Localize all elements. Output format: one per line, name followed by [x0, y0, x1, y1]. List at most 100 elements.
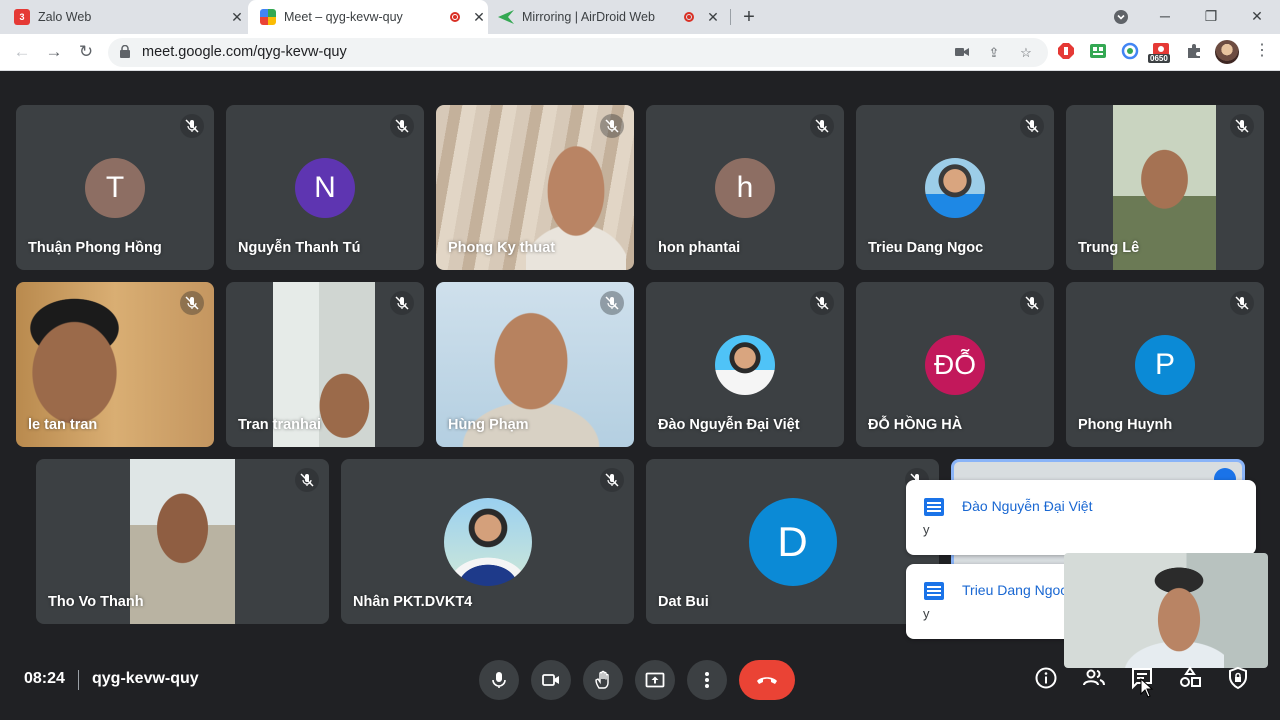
participant-tile[interactable]: D Dat Bui	[646, 459, 939, 624]
meet-main: T Thuận Phong Hồng N Nguyễn Thanh Tú Pho…	[0, 72, 1280, 720]
participant-name: Thuận Phong Hồng	[28, 240, 162, 256]
tab-meet[interactable]: Meet – qyg-kevw-quy ✕	[248, 0, 488, 34]
new-tab-icon[interactable]: +	[738, 4, 760, 30]
avatar: T	[85, 157, 145, 218]
mic-off-icon	[1230, 114, 1254, 138]
close-tab-icon[interactable]: ✕	[704, 9, 722, 26]
avatar	[715, 334, 775, 395]
bookmark-star-icon[interactable]: ☆	[1016, 43, 1036, 63]
participant-tile[interactable]: Hùng Phạm	[436, 282, 634, 447]
tab-zalo[interactable]: 3 Zalo Web ✕	[14, 0, 246, 34]
participant-video	[130, 459, 235, 624]
browser-toolbar: ← → ↻ meet.google.com/qyg-kevw-quy ⇪ ☆ 0…	[0, 34, 1280, 71]
mic-off-icon	[1020, 114, 1044, 138]
participant-tile[interactable]: Đào Nguyễn Đại Việt	[646, 282, 844, 447]
tab-title: Mirroring | AirDroid Web	[522, 10, 655, 24]
meet-favicon-icon	[260, 9, 276, 25]
url-text: meet.google.com/qyg-kevw-quy	[142, 44, 347, 60]
menu-kebab-icon[interactable]: ⋮	[1252, 42, 1272, 62]
extensions-puzzle-icon[interactable]	[1185, 42, 1205, 62]
participant-name: Phong Ky thuat	[448, 240, 556, 256]
camera-in-use-icon[interactable]	[952, 43, 972, 63]
close-tab-icon[interactable]: ✕	[470, 9, 488, 26]
minimize-icon[interactable]: ─	[1142, 0, 1188, 34]
reload-icon[interactable]: ↻	[74, 40, 98, 64]
camera-icon	[542, 674, 559, 686]
participant-tile[interactable]: le tan tran	[16, 282, 214, 447]
share-icon[interactable]: ⇪	[984, 43, 1004, 63]
recorder-extension-icon[interactable]: 0650	[1148, 42, 1175, 63]
mic-off-icon	[180, 291, 204, 315]
participant-tile[interactable]: Phong Ky thuat	[436, 105, 634, 270]
restore-icon[interactable]: ❐	[1188, 0, 1234, 34]
green-extension-icon[interactable]	[1089, 42, 1109, 62]
chat-button[interactable]	[1128, 664, 1156, 698]
mic-off-icon	[180, 114, 204, 138]
circle-extension-icon[interactable]	[1121, 42, 1141, 62]
airdroid-favicon-icon	[498, 9, 514, 25]
leave-call-button[interactable]	[739, 660, 795, 700]
present-screen-button[interactable]	[635, 660, 675, 700]
participant-name: Đào Nguyễn Đại Việt	[658, 417, 800, 433]
chat-message: y	[923, 522, 930, 537]
extension-badge: 0650	[1148, 54, 1170, 63]
activities-button[interactable]	[1176, 664, 1204, 692]
back-icon[interactable]: ←	[10, 40, 34, 64]
participant-tile[interactable]: Nhân PKT.DVKT4	[341, 459, 634, 624]
meeting-details-button[interactable]	[1032, 664, 1060, 692]
participant-name: le tan tran	[28, 417, 98, 433]
self-view[interactable]	[1064, 553, 1268, 668]
present-screen-icon	[645, 672, 665, 688]
participant-tile[interactable]: h hon phantai	[646, 105, 844, 270]
shield-lock-icon	[1229, 666, 1247, 690]
tab-search-icon[interactable]	[1098, 0, 1144, 34]
participant-tile[interactable]: Tho Vo Thanh	[36, 459, 329, 624]
tab-separator	[730, 9, 731, 25]
close-tab-icon[interactable]: ✕	[228, 9, 246, 26]
more-options-button[interactable]	[687, 660, 727, 700]
recording-indicator-icon	[684, 12, 694, 22]
participant-tile[interactable]: N Nguyễn Thanh Tú	[226, 105, 424, 270]
participant-name: Hùng Phạm	[448, 417, 529, 433]
chat-notification[interactable]: Đào Nguyễn Đại Việt y	[906, 480, 1256, 555]
close-window-icon[interactable]: ✕	[1234, 0, 1280, 34]
self-video	[1124, 553, 1224, 668]
info-icon	[1035, 667, 1057, 689]
avatar: ĐỖ	[925, 334, 985, 395]
microphone-button[interactable]	[479, 660, 519, 700]
mic-off-icon	[390, 114, 414, 138]
participant-name: Dat Bui	[658, 594, 709, 610]
recording-indicator-icon	[450, 12, 460, 22]
address-bar[interactable]: meet.google.com/qyg-kevw-quy ⇪ ☆	[108, 38, 1048, 67]
participant-tile[interactable]: Tran tranhai	[226, 282, 424, 447]
participant-name: Nhân PKT.DVKT4	[353, 594, 473, 610]
mouse-cursor-icon	[1140, 678, 1154, 698]
adblock-extension-icon[interactable]	[1057, 42, 1077, 62]
raise-hand-button[interactable]	[583, 660, 623, 700]
participant-tile[interactable]: Trieu Dang Ngoc	[856, 105, 1054, 270]
browser-tab-strip: 3 Zalo Web ✕ Meet – qyg-kevw-quy ✕ Mirro…	[0, 0, 1280, 34]
participant-name: Trung Lê	[1078, 240, 1140, 256]
more-vert-icon	[705, 672, 709, 688]
lock-icon	[120, 45, 130, 58]
meeting-code: qyg-kevw-quy	[92, 670, 199, 687]
mic-off-icon	[600, 114, 624, 138]
people-icon	[1083, 669, 1105, 686]
forward-icon[interactable]: →	[42, 40, 66, 64]
mic-off-icon	[600, 468, 624, 492]
participant-tile[interactable]: P Phong Huynh	[1066, 282, 1264, 447]
mic-off-icon	[1020, 291, 1044, 315]
profile-avatar[interactable]	[1215, 40, 1239, 64]
avatar: D	[748, 497, 837, 586]
participant-tile[interactable]: Trung Lê	[1066, 105, 1264, 270]
mic-off-icon	[810, 291, 834, 315]
participant-tile[interactable]: ĐỖ ĐỖ HỒNG HÀ	[856, 282, 1054, 447]
tab-airdroid[interactable]: Mirroring | AirDroid Web ✕	[498, 0, 722, 34]
people-button[interactable]	[1080, 664, 1108, 692]
participant-tile[interactable]: T Thuận Phong Hồng	[16, 105, 214, 270]
avatar: P	[1135, 334, 1195, 395]
mic-off-icon	[295, 468, 319, 492]
camera-button[interactable]	[531, 660, 571, 700]
chat-sender: Trieu Dang Ngoc	[962, 582, 1068, 598]
host-controls-button[interactable]	[1224, 664, 1252, 692]
